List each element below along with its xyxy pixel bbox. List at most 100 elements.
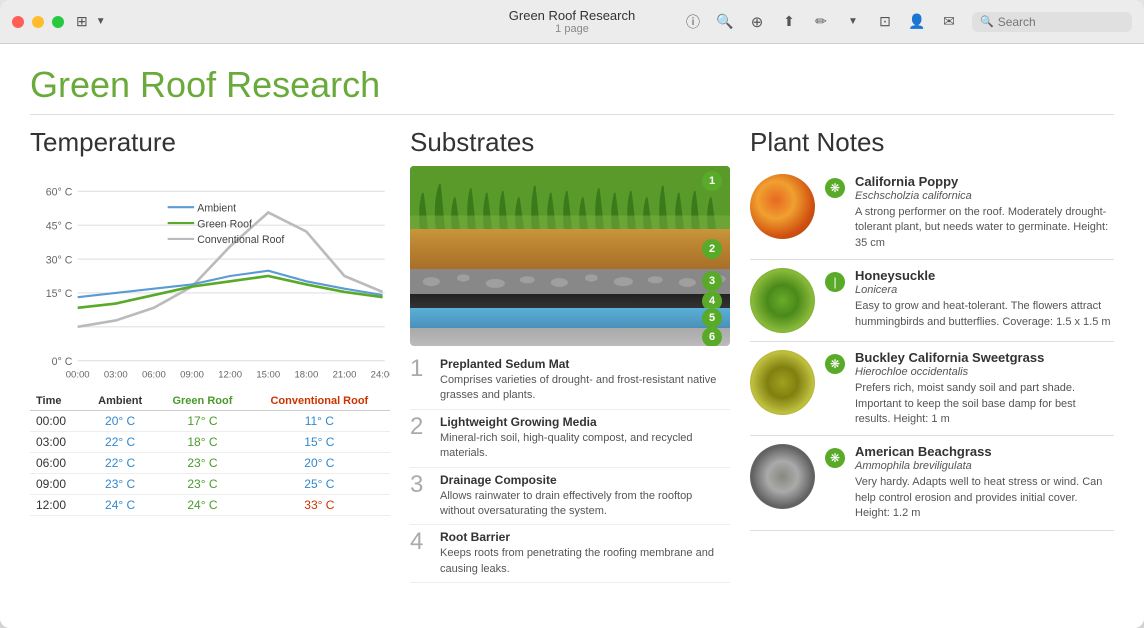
water-layer: 5 <box>410 308 730 328</box>
temperature-chart: 60° C 45° C 30° C 15° C 0° C 00:00 03:00… <box>30 166 390 386</box>
main-grid: Temperature 6 0° C 45° C <box>30 127 1114 601</box>
content-area: Green Roof Research Temperature <box>0 44 1144 628</box>
plant-scientific: Ammophila breviligulata <box>855 460 1114 472</box>
layer-badge-3: 3 <box>702 271 722 291</box>
page-title: Green Roof Research <box>30 64 1114 115</box>
substrate-number: 2 <box>410 415 430 439</box>
temperature-section: Temperature 60° C 45° C <box>30 127 390 601</box>
svg-text:15:00: 15:00 <box>256 370 280 381</box>
substrate-number: 4 <box>410 530 430 554</box>
pen-icon[interactable]: ✏ <box>812 13 830 31</box>
plant-description: Very hardy. Adapts well to heat stress o… <box>855 475 1114 521</box>
plant-description: Easy to grow and heat-tolerant. The flow… <box>855 299 1114 330</box>
minimize-button[interactable] <box>32 16 44 28</box>
search-bar[interactable]: 🔍 <box>972 12 1132 32</box>
cell-green: 24° C <box>156 495 249 516</box>
share-icon[interactable]: ⬆ <box>780 13 798 31</box>
grass-layer: 1 <box>410 166 730 229</box>
layer-badge-5: 5 <box>702 308 722 328</box>
titlebar-info: Green Roof Research 1 page <box>509 8 635 35</box>
table-row: 09:00 23° C 23° C 25° C <box>30 474 390 495</box>
plant-photo <box>750 268 815 333</box>
substrate-list: 1 Preplanted Sedum Mat Comprises varieti… <box>410 352 730 601</box>
cell-time: 12:00 <box>30 495 84 516</box>
markup-icon[interactable]: ✉ <box>940 13 958 31</box>
close-button[interactable] <box>12 16 24 28</box>
traffic-lights <box>12 16 64 28</box>
svg-text:Conventional Roof: Conventional Roof <box>197 234 284 246</box>
layer-badge-2: 2 <box>702 239 722 259</box>
person-icon[interactable]: 👤 <box>908 13 926 31</box>
table-row: 12:00 24° C 24° C 33° C <box>30 495 390 516</box>
page-content: Green Roof Research Temperature <box>0 44 1144 628</box>
cell-green: 17° C <box>156 411 249 432</box>
soil-layer: 2 <box>410 229 730 269</box>
svg-text:Green Roof: Green Roof <box>197 218 252 230</box>
cell-ambient: 22° C <box>84 432 156 453</box>
svg-text:45° C: 45° C <box>46 220 73 232</box>
substrate-name: Lightweight Growing Media <box>440 415 730 429</box>
substrate-number: 1 <box>410 357 430 381</box>
plant-info: Honeysuckle Lonicera Easy to grow and he… <box>855 268 1114 330</box>
cell-green: 23° C <box>156 474 249 495</box>
expand-icon[interactable]: ⊡ <box>876 13 894 31</box>
sidebar-toggle-icon[interactable]: ⊞ <box>76 13 88 30</box>
substrate-text: Lightweight Growing Media Mineral-rich s… <box>440 415 730 462</box>
substrate-text: Root Barrier Keeps roots from penetratin… <box>440 530 730 577</box>
plant-name: Honeysuckle <box>855 268 1114 283</box>
cell-conventional: 11° C <box>249 411 390 432</box>
fullscreen-button[interactable] <box>52 16 64 28</box>
substrate-item: 4 Root Barrier Keeps roots from penetrat… <box>410 525 730 583</box>
cell-time: 00:00 <box>30 411 84 432</box>
plants-section: Plant Notes ❋ California Poppy Eschschol… <box>750 127 1114 601</box>
cell-ambient: 20° C <box>84 411 156 432</box>
svg-text:30° C: 30° C <box>46 254 73 266</box>
search-input[interactable] <box>998 15 1118 29</box>
plant-name: Buckley California Sweetgrass <box>855 350 1114 365</box>
table-row: 00:00 20° C 17° C 11° C <box>30 411 390 432</box>
cell-conventional: 33° C <box>249 495 390 516</box>
svg-text:06:00: 06:00 <box>142 370 166 381</box>
svg-text:0° C: 0° C <box>52 356 73 368</box>
plant-photo <box>750 350 815 415</box>
plant-scientific: Hierochloe occidentalis <box>855 366 1114 378</box>
substrate-name: Root Barrier <box>440 530 730 544</box>
substrate-desc: Allows rainwater to drain effectively fr… <box>440 489 730 520</box>
zoom-out-icon[interactable]: 🔍 <box>716 13 734 31</box>
titlebar: ⊞ ▼ Green Roof Research 1 page ⓘ 🔍 ⊕ ⬆ ✏… <box>0 0 1144 44</box>
svg-text:15° C: 15° C <box>46 288 73 300</box>
substrate-item: 1 Preplanted Sedum Mat Comprises varieti… <box>410 352 730 410</box>
table-row: 06:00 22° C 23° C 20° C <box>30 453 390 474</box>
layer-badge-1: 1 <box>702 171 722 191</box>
svg-text:03:00: 03:00 <box>104 370 128 381</box>
plant-scientific: Eschscholzia californica <box>855 190 1114 202</box>
list-item: ❋ American Beachgrass Ammophila brevilig… <box>750 436 1114 530</box>
search-icon: 🔍 <box>980 15 994 28</box>
cell-time: 06:00 <box>30 453 84 474</box>
substrate-number: 3 <box>410 473 430 497</box>
cell-conventional: 20° C <box>249 453 390 474</box>
list-item: ❋ Buckley California Sweetgrass Hierochl… <box>750 342 1114 436</box>
app-window: ⊞ ▼ Green Roof Research 1 page ⓘ 🔍 ⊕ ⬆ ✏… <box>0 0 1144 628</box>
substrate-item: 2 Lightweight Growing Media Mineral-rich… <box>410 410 730 468</box>
plant-photo <box>750 444 815 509</box>
info-icon[interactable]: ⓘ <box>684 13 702 31</box>
plant-info: American Beachgrass Ammophila breviligul… <box>855 444 1114 521</box>
window-title: Green Roof Research <box>509 8 635 23</box>
window-subtitle: 1 page <box>555 23 589 35</box>
svg-text:00:00: 00:00 <box>66 370 90 381</box>
cell-ambient: 22° C <box>84 453 156 474</box>
plant-description: Prefers rich, moist sandy soil and part … <box>855 381 1114 427</box>
zoom-in-icon[interactable]: ⊕ <box>748 13 766 31</box>
chevron-down-icon[interactable]: ▼ <box>96 16 106 27</box>
plant-type-icon: | <box>825 272 845 292</box>
temperature-table: Time Ambient Green Roof Conventional Roo… <box>30 392 390 516</box>
cell-conventional: 15° C <box>249 432 390 453</box>
svg-text:12:00: 12:00 <box>218 370 242 381</box>
concrete-layer: 6 <box>410 328 730 346</box>
cell-conventional: 25° C <box>249 474 390 495</box>
temperature-title: Temperature <box>30 127 390 158</box>
chevron-down-toolbar-icon[interactable]: ▼ <box>844 13 862 31</box>
col-conventional: Conventional Roof <box>249 392 390 411</box>
substrate-desc: Comprises varieties of drought- and fros… <box>440 373 730 404</box>
